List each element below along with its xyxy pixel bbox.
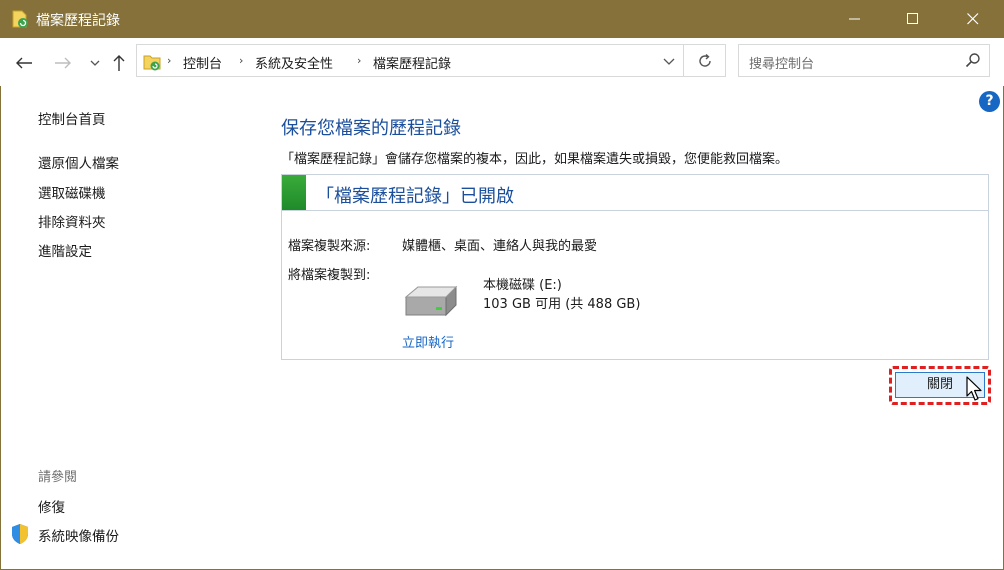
back-button[interactable] <box>13 52 35 74</box>
window-title: 檔案歷程記錄 <box>36 13 120 29</box>
search-box[interactable]: 搜尋控制台 <box>738 44 990 77</box>
breadcrumb-separator: › <box>357 54 362 67</box>
minimize-icon <box>849 18 860 20</box>
search-placeholder: 搜尋控制台 <box>749 57 815 72</box>
breadcrumb-system-security[interactable]: 系統及安全性 <box>255 53 333 72</box>
drive-name: 本機磁碟 (E:) <box>483 278 562 293</box>
sidebar-item-select-drive[interactable]: 選取磁碟機 <box>38 182 106 202</box>
help-button[interactable]: ? <box>979 91 1000 112</box>
refresh-button[interactable] <box>684 44 726 77</box>
see-also-system-image-backup[interactable]: 系統映像備份 <box>38 525 119 545</box>
sidebar-item-control-panel-home[interactable]: 控制台首頁 <box>38 108 106 128</box>
page-description: 「檔案歷程記錄」會儲存您檔案的複本，因此，如果檔案遺失或損毀，您便能救回檔案。 <box>281 152 789 167</box>
chevron-down-icon <box>663 58 675 65</box>
sidebar-item-advanced-settings[interactable]: 進階設定 <box>38 240 92 260</box>
sidebar-item-exclude-folders[interactable]: 排除資料夾 <box>38 211 106 231</box>
drive-free-space: 103 GB 可用 (共 488 GB) <box>483 297 641 312</box>
maximize-icon <box>907 13 918 24</box>
status-panel: 「檔案歷程記錄」已開啟 檔案複製來源: 媒體櫃、桌面、連絡人與我的最愛 將檔案複… <box>281 174 989 360</box>
shield-icon <box>10 523 30 545</box>
arrow-up-icon <box>113 55 125 71</box>
breadcrumb-file-history[interactable]: 檔案歷程記錄 <box>373 53 451 72</box>
refresh-icon <box>698 53 711 67</box>
status-header: 「檔案歷程記錄」已開啟 <box>282 175 988 211</box>
status-indicator <box>282 175 306 210</box>
up-button[interactable] <box>108 52 130 74</box>
breadcrumb-control-panel[interactable]: 控制台 <box>183 53 222 72</box>
see-also-recovery[interactable]: 修復 <box>38 496 65 516</box>
arrow-right-icon <box>55 57 71 69</box>
close-window-button[interactable] <box>950 0 996 38</box>
navigation-bar: › 控制台 › 系統及安全性 › 檔案歷程記錄 搜尋控制台 <box>0 38 1004 86</box>
run-now-link[interactable]: 立即執行 <box>402 332 454 351</box>
copy-destination-label: 將檔案複製到: <box>288 268 371 283</box>
forward-button[interactable] <box>52 52 74 74</box>
title-bar: 檔案歷程記錄 <box>0 0 1004 38</box>
breadcrumb-separator: › <box>167 54 172 67</box>
search-icon[interactable] <box>965 52 981 72</box>
see-also-heading: 請參閱 <box>38 470 78 485</box>
address-bar[interactable]: › 控制台 › 系統及安全性 › 檔案歷程記錄 <box>136 44 684 77</box>
copy-source-label: 檔案複製來源: <box>288 239 371 254</box>
hard-drive-icon <box>402 285 460 319</box>
arrow-left-icon <box>16 57 32 69</box>
address-dropdown-button[interactable] <box>663 55 675 70</box>
breadcrumb-separator: › <box>239 54 244 67</box>
close-icon <box>967 13 979 25</box>
recent-locations-button[interactable] <box>84 52 106 74</box>
file-history-app-icon <box>10 9 30 29</box>
page-title: 保存您檔案的歷程記錄 <box>281 118 461 139</box>
copy-source-value: 媒體櫃、桌面、連絡人與我的最愛 <box>402 239 598 254</box>
chevron-down-icon <box>90 60 100 66</box>
status-text: 「檔案歷程記錄」已開啟 <box>316 186 514 207</box>
turn-off-button[interactable]: 關閉 <box>895 372 985 398</box>
maximize-button[interactable] <box>890 0 936 38</box>
minimize-button[interactable] <box>832 0 878 38</box>
sidebar-item-restore-personal-files[interactable]: 還原個人檔案 <box>38 152 119 172</box>
control-panel-folder-icon <box>142 52 162 72</box>
